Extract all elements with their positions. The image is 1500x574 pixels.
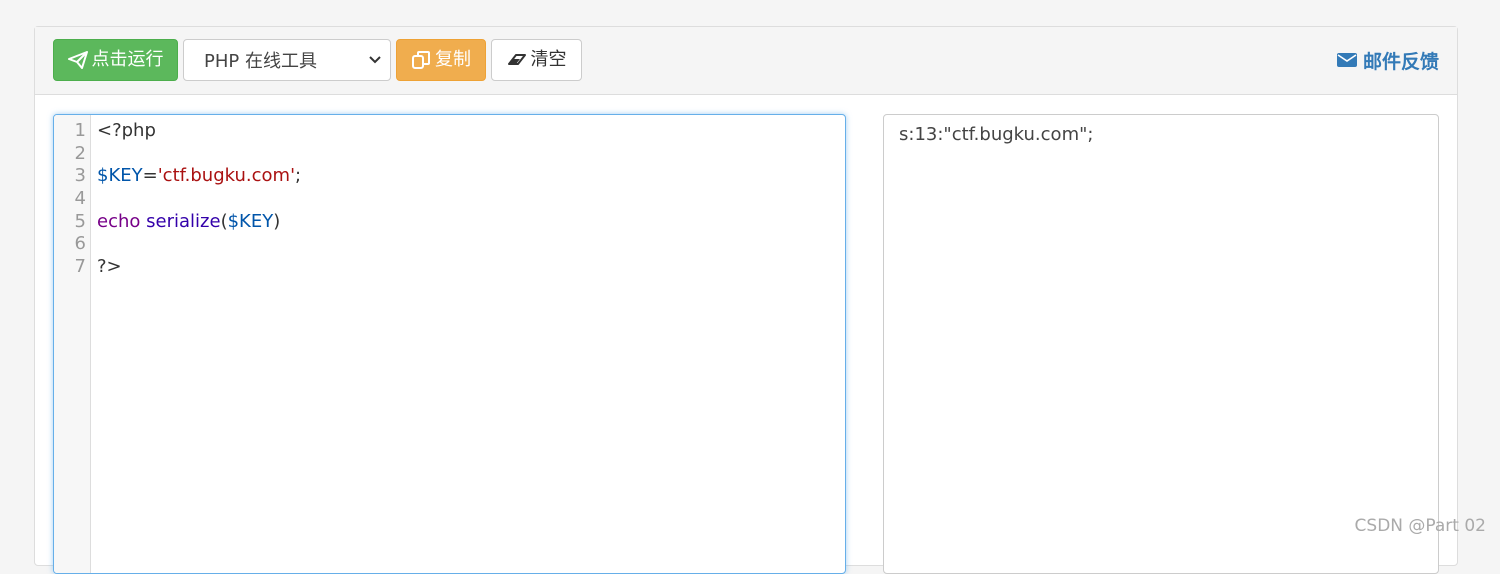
output-panel[interactable]: s:13:"ctf.bugku.com"; [883, 114, 1439, 574]
tool-panel: 点击运行 PHP 在线工具 复制 清空 [34, 26, 1458, 566]
chevron-down-icon [368, 54, 382, 66]
code-editor[interactable]: 1 2 3 4 5 6 7 <?php $KEY='ctf.bugku.com'… [53, 114, 846, 574]
clear-button-label: 清空 [531, 51, 567, 69]
function-token: serialize [146, 211, 220, 232]
copy-button[interactable]: 复制 [396, 39, 486, 81]
toolbar: 点击运行 PHP 在线工具 复制 清空 [35, 27, 1457, 95]
line-number: 4 [54, 188, 90, 211]
code-content[interactable]: <?php $KEY='ctf.bugku.com'; echo seriali… [97, 120, 845, 279]
code-line [97, 143, 845, 166]
run-button[interactable]: 点击运行 [53, 39, 178, 81]
line-number: 5 [54, 211, 90, 234]
paren-token: ( [221, 211, 228, 232]
code-line: ?> [97, 256, 845, 279]
variable-token: $KEY [97, 165, 143, 186]
operator-token: = [143, 165, 158, 186]
code-line [97, 233, 845, 256]
php-open-tag: <?php [97, 120, 156, 141]
code-line: echo serialize($KEY) [97, 211, 845, 234]
line-number: 1 [54, 120, 90, 143]
watermark: CSDN @Part 02 [1355, 516, 1486, 536]
paper-plane-icon [68, 51, 88, 69]
clear-button[interactable]: 清空 [491, 39, 582, 81]
semicolon-token: ; [295, 165, 301, 186]
keyword-token: echo [97, 211, 140, 232]
code-line: $KEY='ctf.bugku.com'; [97, 165, 845, 188]
eraser-icon [507, 52, 527, 68]
php-close-tag: ?> [97, 256, 122, 277]
line-number: 7 [54, 256, 90, 279]
line-number: 6 [54, 233, 90, 256]
line-number: 3 [54, 165, 90, 188]
string-token: 'ctf.bugku.com' [158, 165, 295, 186]
line-number: 2 [54, 143, 90, 166]
code-line [97, 188, 845, 211]
run-button-label: 点击运行 [92, 51, 164, 69]
code-line: <?php [97, 120, 845, 143]
language-select-value: PHP 在线工具 [204, 47, 317, 73]
email-feedback-link[interactable]: 邮件反馈 [1337, 47, 1439, 73]
copy-button-label: 复制 [435, 51, 471, 69]
paren-token: ) [273, 211, 280, 232]
envelope-icon [1337, 52, 1357, 68]
output-text: s:13:"ctf.bugku.com"; [899, 124, 1093, 145]
variable-token: $KEY [228, 211, 274, 232]
email-feedback-label: 邮件反馈 [1363, 47, 1439, 74]
copy-icon [411, 50, 431, 70]
language-select[interactable]: PHP 在线工具 [183, 39, 391, 81]
line-number-gutter: 1 2 3 4 5 6 7 [54, 115, 91, 573]
